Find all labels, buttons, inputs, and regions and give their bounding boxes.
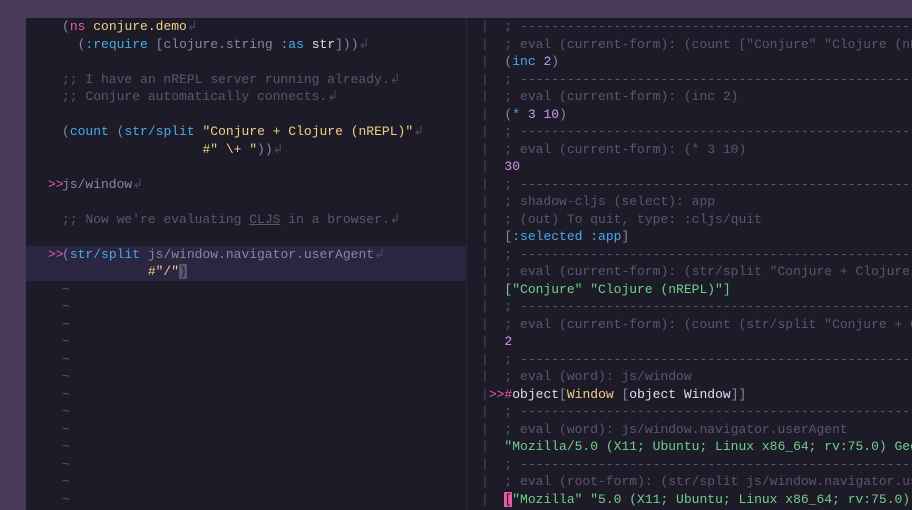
code-line [26,158,466,176]
tilde-line: ~ [26,473,466,491]
log-line: | ; eval (current-form): (count ["Conjur… [467,36,912,54]
log-line: | ; ------------------------------------… [467,246,912,264]
editor-window: (ns conjure.demo↲ (:require [clojure.str… [26,18,912,510]
code-line [26,228,466,246]
tilde-line: ~ [26,491,466,509]
log-line: | ; ------------------------------------… [467,123,912,141]
code-line: ;; Conjure automatically connects.↲ [26,88,466,106]
log-line: | ; ------------------------------------… [467,18,912,36]
log-line: | ; eval (word): js/window.navigator.use… [467,421,912,439]
log-line: | ; ------------------------------------… [467,403,912,421]
tilde-line: ~ [26,421,466,439]
tilde-line: ~ [26,333,466,351]
code-line: ;; I have an nREPL server running alread… [26,71,466,89]
tilde-line: ~ [26,351,466,369]
eval-prompt: >> [48,176,64,194]
code-line: (:require [clojure.string :as str]))↲ [26,36,466,54]
source-pane[interactable]: (ns conjure.demo↲ (:require [clojure.str… [26,18,466,510]
log-line: | "Mozilla/5.0 (X11; Ubuntu; Linux x86_6… [467,438,912,456]
log-line: | ["Conjure" "Clojure (nREPL)"] [467,281,912,299]
log-line: | ; ------------------------------------… [467,456,912,474]
log-line: | ; eval (root-form): (str/split js/wind… [467,473,912,491]
eval-prompt: >> [489,387,505,402]
log-line: | ["Mozilla" "5.0 (X11; Ubuntu; Linux x8… [467,491,912,509]
log-line: | 2 [467,333,912,351]
cursor: ) [179,264,187,279]
log-line: | ; eval (current-form): (* 3 10) [467,141,912,159]
eval-prompt: >> [48,246,64,264]
log-line: | [:selected :app] [467,228,912,246]
code-line [26,193,466,211]
code-line: #" \+ "))↲ [26,141,466,159]
tilde-line: ~ [26,281,466,299]
log-line: | ; eval (current-form): (count (str/spl… [467,316,912,334]
active-line[interactable]: >>(str/split js/window.navigator.userAge… [26,246,466,264]
log-line: | ; ------------------------------------… [467,176,912,194]
log-line: | (inc 2) [467,53,912,71]
log-line: | ; eval (current-form): (inc 2) [467,88,912,106]
log-line: | ; eval (current-form): (str/split "Con… [467,263,912,281]
tilde-line: ~ [26,316,466,334]
log-line: |>>#object[Window [object Window]] [467,386,912,404]
code-line: (ns conjure.demo↲ [26,18,466,36]
code-line: ;; Now we're evaluating CLJS in a browse… [26,211,466,229]
log-line: | ; ------------------------------------… [467,351,912,369]
tilde-line: ~ [26,386,466,404]
log-line: | (* 3 10) [467,106,912,124]
tilde-line: ~ [26,456,466,474]
repl-log-pane[interactable]: | ; ------------------------------------… [466,18,912,510]
log-line: | ; (out) To quit, type: :cljs/quit [467,211,912,229]
log-line: | ; ------------------------------------… [467,298,912,316]
log-line: | ; eval (word): js/window [467,368,912,386]
tilde-line: ~ [26,403,466,421]
code-line: >>js/window↲ [26,176,466,194]
code-line [26,106,466,124]
log-line: | ; ------------------------------------… [467,71,912,89]
code-line: (count (str/split "Conjure + Clojure (nR… [26,123,466,141]
log-line: | ; shadow-cljs (select): app [467,193,912,211]
active-line[interactable]: #"/") [26,263,466,281]
code-line [26,53,466,71]
tilde-line: ~ [26,368,466,386]
tilde-line: ~ [26,298,466,316]
tilde-line: ~ [26,438,466,456]
log-line: | 30 [467,158,912,176]
